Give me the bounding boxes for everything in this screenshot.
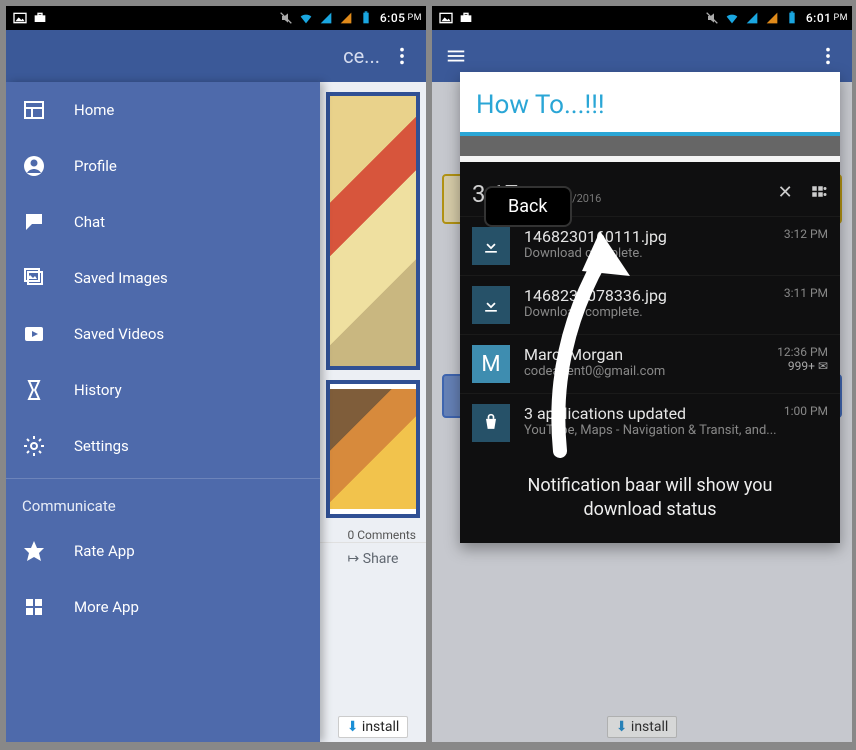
chat-icon — [20, 208, 48, 236]
mute-icon — [278, 10, 294, 26]
signal1-icon — [318, 10, 334, 26]
left-screenshot: 6:05 PM ce... Home — [6, 6, 426, 742]
mute-icon — [704, 10, 720, 26]
drawer-item-label: History — [74, 381, 122, 399]
home-icon — [20, 96, 48, 124]
notification-title: 1468230160111.jpg — [524, 227, 778, 246]
drawer-item-chat[interactable]: Chat — [6, 194, 320, 250]
status-ampm: PM — [833, 13, 848, 23]
status-time: 6:05 — [380, 11, 406, 25]
drawer-item-label: Saved Images — [74, 269, 168, 287]
download-icon — [472, 227, 510, 265]
briefcase-icon — [458, 10, 474, 26]
close-icon[interactable]: ✕ — [778, 182, 793, 203]
briefcase-icon — [32, 10, 48, 26]
notification-row[interactable]: 3 applications updated YouTube, Maps - N… — [460, 393, 840, 452]
notification-row[interactable]: 1468230078336.jpg Download complete. 3:1… — [460, 275, 840, 334]
status-time: 6:01 — [806, 11, 832, 25]
drawer-item-label: Settings — [74, 437, 129, 455]
gear-icon — [20, 432, 48, 460]
notification-title: 3 applications updated — [524, 404, 778, 423]
picture-icon — [12, 10, 28, 26]
notification-subtitle: codeagent0@gmail.com — [524, 364, 771, 379]
install-button[interactable]: ⬇ install — [338, 716, 409, 738]
feed-backdrop: 0 Comments ↦ Share ⬇ install — [320, 82, 426, 742]
dialog-title: How To...!!! — [460, 72, 840, 136]
more-icon[interactable] — [810, 38, 846, 74]
signal2-icon — [764, 10, 780, 26]
drawer-divider — [6, 478, 320, 479]
notification-time: 12:36 PM — [777, 345, 828, 359]
status-bar: 6:05 PM — [6, 6, 426, 30]
grid-icon[interactable] — [810, 184, 828, 206]
drawer-item-label: Chat — [74, 213, 105, 231]
feed-photo[interactable] — [326, 380, 420, 518]
images-icon — [20, 264, 48, 292]
signal2-icon — [338, 10, 354, 26]
howto-dialog: How To...!!! Back 3:17 PM 11/07/2016 — [460, 72, 840, 543]
notification-time: 3:11 PM — [784, 286, 828, 300]
playstore-icon — [472, 404, 510, 442]
photo-placeholder — [330, 389, 416, 509]
drawer-item-saved-videos[interactable]: Saved Videos — [6, 306, 320, 362]
drawer-item-label: More App — [74, 598, 139, 616]
share-button[interactable]: ↦ Share — [348, 551, 399, 567]
notification-subtitle: Download complete. — [524, 305, 778, 320]
status-bar: 6:01 PM — [432, 6, 852, 30]
app-title: ce... — [12, 44, 384, 68]
avatar-letter-icon: M — [472, 345, 510, 383]
history-icon — [20, 376, 48, 404]
drawer-item-label: Saved Videos — [74, 325, 164, 343]
status-ampm: PM — [407, 13, 422, 23]
drawer-item-history[interactable]: History — [6, 362, 320, 418]
notification-time: 3:12 PM — [784, 227, 828, 241]
signal1-icon — [744, 10, 760, 26]
drawer-item-home[interactable]: Home — [6, 82, 320, 138]
drawer-item-more-app[interactable]: More App — [6, 579, 320, 635]
notification-time: 1:00 PM — [784, 404, 828, 418]
wifi-icon — [298, 10, 314, 26]
drawer-item-profile[interactable]: Profile — [6, 138, 320, 194]
battery-icon — [784, 10, 800, 26]
feed-photo[interactable] — [326, 92, 420, 370]
notification-count: 999+ ✉ — [771, 359, 828, 373]
notification-title: 1468230078336.jpg — [524, 286, 778, 305]
star-icon — [20, 537, 48, 565]
more-icon[interactable] — [384, 38, 420, 74]
profile-icon — [20, 152, 48, 180]
notification-subtitle: YouTube, Maps - Navigation & Transit, an… — [524, 423, 778, 438]
drawer-item-label: Profile — [74, 157, 117, 175]
drawer-item-settings[interactable]: Settings — [6, 418, 320, 474]
drawer-item-label: Rate App — [74, 542, 135, 560]
notification-title: Marci Morgan — [524, 345, 771, 364]
drawer-item-label: Home — [74, 101, 114, 119]
photo-placeholder — [330, 96, 416, 366]
notification-subtitle: Download complete. — [524, 246, 778, 261]
drawer-item-rate-app[interactable]: Rate App — [6, 523, 320, 579]
apps-icon — [20, 593, 48, 621]
right-screenshot: 6:01 PM ⬇ install — [432, 6, 852, 742]
comments-count[interactable]: 0 Comments — [347, 528, 416, 542]
videos-icon — [20, 320, 48, 348]
navigation-drawer: Home Profile Chat — [6, 82, 320, 742]
notification-row[interactable]: M Marci Morgan codeagent0@gmail.com 12:3… — [460, 334, 840, 393]
tutorial-caption: Notification baar will show you download… — [460, 452, 840, 531]
drawer-item-saved-images[interactable]: Saved Images — [6, 250, 320, 306]
back-button[interactable]: Back — [484, 186, 572, 227]
picture-icon — [438, 10, 454, 26]
app-bar: ce... — [6, 30, 426, 82]
drawer-section-communicate: Communicate — [6, 483, 320, 523]
wifi-icon — [724, 10, 740, 26]
battery-icon — [358, 10, 374, 26]
hamburger-icon[interactable] — [438, 38, 474, 74]
download-icon — [472, 286, 510, 324]
